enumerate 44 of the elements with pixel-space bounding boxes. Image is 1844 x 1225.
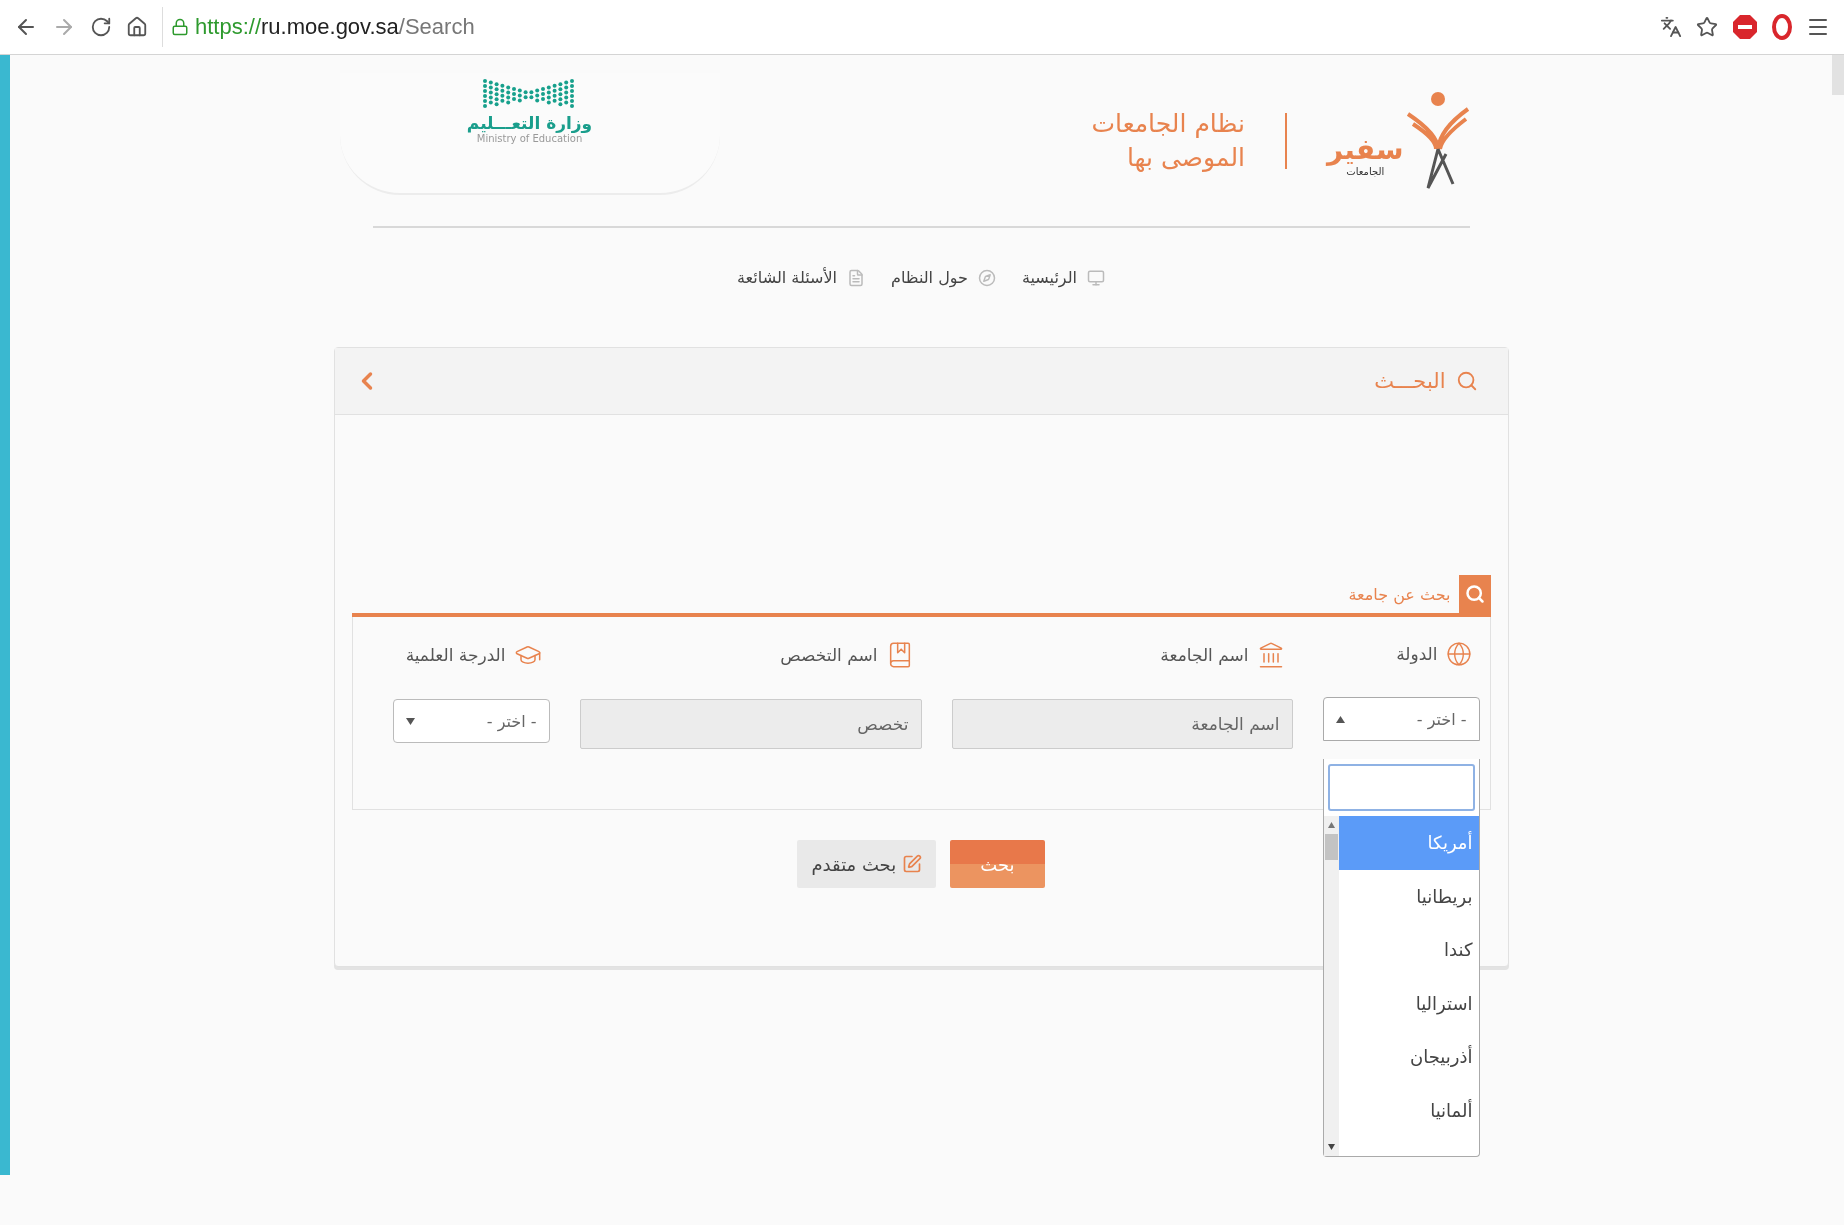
dropdown-option[interactable]: أذربيجان (1338, 1030, 1479, 1084)
ministry-name-arabic: وزارة التعـــليم (466, 113, 593, 133)
caret-down-icon (405, 717, 415, 725)
brand-subtitle: الجامعات (1346, 166, 1385, 177)
ministry-name-english: Ministry of Education (476, 133, 583, 144)
dropdown-option[interactable]: ألمانيا (1338, 1083, 1479, 1137)
field-label: الدولة (1396, 644, 1438, 664)
opera-icon[interactable] (1772, 14, 1792, 40)
monitor-icon (1087, 268, 1105, 287)
compass-icon (977, 268, 996, 287)
section-tab-label: بحث عن جامعة (1348, 584, 1451, 604)
star-icon[interactable] (1696, 16, 1718, 38)
page-scrollbar[interactable] (1832, 55, 1844, 95)
edit-icon (902, 854, 923, 874)
text-field[interactable]: اسم الجامعة (951, 699, 1293, 749)
system-title: الموصى بها (1125, 141, 1245, 174)
translate-icon[interactable] (1660, 16, 1682, 38)
field-label: الدرجة العلمية (405, 645, 506, 665)
panel-title: البحـــث (1374, 369, 1446, 393)
globe-icon (1445, 641, 1472, 667)
nav-link[interactable]: حول النظام (891, 268, 996, 287)
select-field[interactable]: - اختر - (1322, 697, 1480, 741)
caret-up-icon (1335, 715, 1345, 723)
nav-link[interactable]: الأسئلة الشائعة (737, 268, 865, 287)
brand-name: سفير (1326, 134, 1404, 166)
dropdown-option[interactable]: كندا (1338, 923, 1479, 977)
system-title: نظام الجامعات (1091, 107, 1245, 140)
dropdown-search-field[interactable] (1327, 764, 1475, 811)
text-field[interactable]: تخصص (579, 699, 922, 749)
field-label: اسم الجامعة (1160, 645, 1249, 665)
search-icon (1455, 370, 1478, 392)
reload-icon[interactable] (90, 16, 112, 38)
scrollbar[interactable] (1323, 816, 1339, 1156)
advanced-search-button[interactable]: بحث متقدم (797, 840, 937, 888)
nav-link[interactable]: الرئيسية (1021, 268, 1105, 287)
document-icon (847, 268, 865, 287)
lock-icon (171, 18, 189, 36)
address-bar-url[interactable]: https://ru.moe.gov.sa/Search (195, 14, 475, 40)
home-icon[interactable] (126, 16, 148, 38)
select-field[interactable]: - اختر - (392, 699, 550, 743)
adblock-icon[interactable] (1732, 14, 1758, 40)
field-label: اسم التخصص (780, 645, 878, 665)
dropdown-option[interactable]: استراليا (1338, 976, 1479, 1030)
dropdown-option[interactable]: بريطانيا (1338, 869, 1479, 923)
